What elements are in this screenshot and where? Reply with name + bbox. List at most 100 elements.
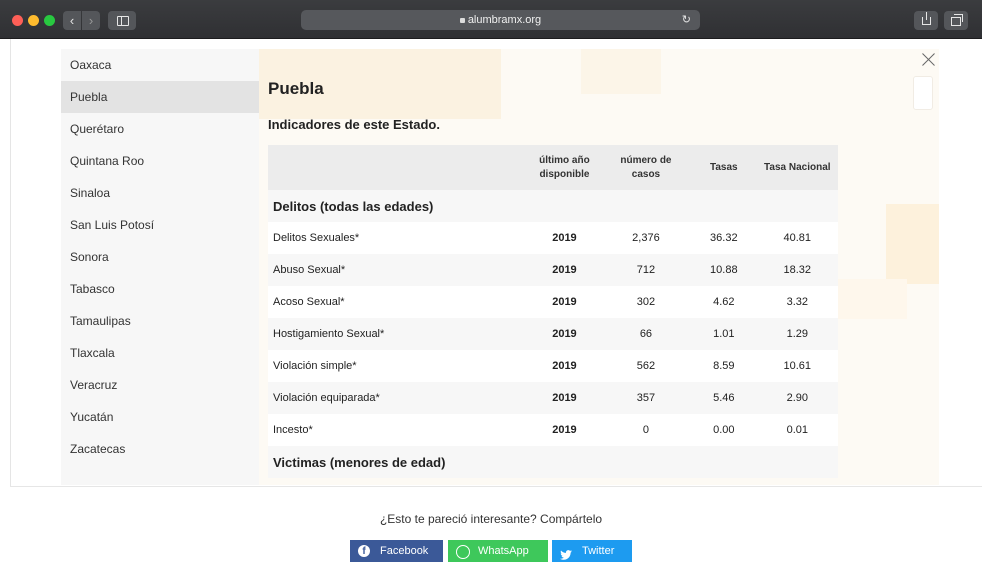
indicator-cases: 562 bbox=[600, 350, 692, 382]
indicator-rate: 4.62 bbox=[691, 286, 757, 318]
indicator-national-rate: 2.90 bbox=[756, 382, 838, 414]
address-bar[interactable]: alumbramx.org ↻ bbox=[301, 10, 700, 30]
table-header-row: último año disponible número de casos Ta… bbox=[268, 145, 838, 190]
browser-toolbar: ‹ › alumbramx.org ↻ bbox=[0, 0, 982, 39]
state-item-queretaro[interactable]: Querétaro bbox=[61, 113, 259, 145]
indicator-cases: 712 bbox=[600, 254, 692, 286]
table-row: Violación equiparada* 2019 357 5.46 2.90 bbox=[268, 382, 838, 414]
browser-window: ‹ › alumbramx.org ↻ Oaxaca Puebla Querét… bbox=[0, 0, 982, 565]
page: Oaxaca Puebla Querétaro Quintana Roo Sin… bbox=[0, 39, 982, 565]
sidebar-toggle-button[interactable] bbox=[108, 11, 136, 30]
back-button[interactable]: ‹ bbox=[63, 11, 81, 30]
section-row: Delitos (todas las edades) bbox=[268, 190, 838, 222]
indicator-rate: 36.32 bbox=[691, 222, 757, 254]
indicator-cases: 0 bbox=[600, 414, 692, 446]
indicator-national-rate: 18.32 bbox=[756, 254, 838, 286]
table-row: Abuso Sexual* 2019 712 10.88 18.32 bbox=[268, 254, 838, 286]
table-row: Violación simple* 2019 562 8.59 10.61 bbox=[268, 350, 838, 382]
twitter-share-label: Twitter bbox=[582, 545, 615, 557]
indicator-national-rate: 10.61 bbox=[756, 350, 838, 382]
indicator-year: 2019 bbox=[528, 382, 601, 414]
close-modal-icon[interactable] bbox=[918, 49, 940, 71]
indicator-name: Abuso Sexual* bbox=[268, 254, 529, 286]
twitter-icon bbox=[560, 546, 572, 560]
indicators-heading: Indicadores de este Estado. bbox=[268, 117, 440, 132]
indicator-name: Hostigamiento Sexual* bbox=[268, 318, 529, 350]
state-item-oaxaca[interactable]: Oaxaca bbox=[61, 49, 259, 81]
indicator-year: 2019 bbox=[528, 222, 601, 254]
whatsapp-icon bbox=[456, 545, 470, 559]
indicator-year: 2019 bbox=[528, 254, 601, 286]
zoom-window-button[interactable] bbox=[44, 15, 55, 26]
state-item-tamaulipas[interactable]: Tamaulipas bbox=[61, 305, 259, 337]
map-region bbox=[837, 279, 907, 319]
state-item-puebla[interactable]: Puebla bbox=[61, 81, 259, 113]
indicator-rate: 0.00 bbox=[691, 414, 757, 446]
reload-icon[interactable]: ↻ bbox=[682, 10, 691, 30]
close-window-button[interactable] bbox=[12, 15, 23, 26]
state-item-san-luis-potosi[interactable]: San Luis Potosí bbox=[61, 209, 259, 241]
state-title: Puebla bbox=[268, 79, 324, 98]
lock-icon bbox=[459, 18, 465, 23]
share-prompt: ¿Esto te pareció interesante? Compártelo bbox=[379, 512, 603, 526]
indicator-rate: 1.01 bbox=[691, 318, 757, 350]
minimize-window-button[interactable] bbox=[28, 15, 39, 26]
whatsapp-share-label: WhatsApp bbox=[478, 545, 529, 557]
column-header-rate: Tasas bbox=[691, 145, 757, 190]
indicator-rate: 10.88 bbox=[691, 254, 757, 286]
state-detail: Puebla Indicadores de este Estado. últim… bbox=[268, 49, 838, 485]
section-row: Victimas (menores de edad) bbox=[268, 446, 838, 478]
whatsapp-share-button[interactable]: WhatsApp bbox=[448, 540, 548, 562]
state-modal: Oaxaca Puebla Querétaro Quintana Roo Sin… bbox=[61, 49, 939, 485]
indicator-rate: 8.59 bbox=[691, 350, 757, 382]
map-zoom-control[interactable] bbox=[913, 76, 933, 110]
table-row: Hostigamiento Sexual* 2019 66 1.01 1.29 bbox=[268, 318, 838, 350]
column-header-national-rate: Tasa Nacional bbox=[756, 145, 838, 190]
indicator-year: 2019 bbox=[528, 286, 601, 318]
facebook-share-button[interactable]: f Facebook bbox=[350, 540, 443, 562]
state-item-quintana-roo[interactable]: Quintana Roo bbox=[61, 145, 259, 177]
sidebar-icon bbox=[117, 16, 129, 26]
indicator-name: Incesto* bbox=[268, 414, 529, 446]
column-header-cases: número de casos bbox=[600, 145, 692, 190]
facebook-share-label: Facebook bbox=[380, 545, 429, 557]
indicator-cases: 66 bbox=[600, 318, 692, 350]
forward-button[interactable]: › bbox=[82, 11, 100, 30]
indicator-cases: 2,376 bbox=[600, 222, 692, 254]
column-header-year: último año disponible bbox=[528, 145, 601, 190]
state-item-tabasco[interactable]: Tabasco bbox=[61, 273, 259, 305]
state-item-yucatan[interactable]: Yucatán bbox=[61, 401, 259, 433]
indicator-name: Violación simple* bbox=[268, 350, 529, 382]
section-label: Delitos (todas las edades) bbox=[268, 190, 838, 222]
state-item-tlaxcala[interactable]: Tlaxcala bbox=[61, 337, 259, 369]
indicator-cases: 357 bbox=[600, 382, 692, 414]
state-item-sonora[interactable]: Sonora bbox=[61, 241, 259, 273]
indicator-national-rate: 40.81 bbox=[756, 222, 838, 254]
column-header-indicator bbox=[268, 145, 529, 190]
twitter-share-button[interactable]: Twitter bbox=[552, 540, 632, 562]
state-item-veracruz[interactable]: Veracruz bbox=[61, 369, 259, 401]
tabs-icon bbox=[951, 14, 963, 26]
indicator-rate: 5.46 bbox=[691, 382, 757, 414]
indicator-name: Violación equiparada* bbox=[268, 382, 529, 414]
indicator-national-rate: 3.32 bbox=[756, 286, 838, 318]
indicator-year: 2019 bbox=[528, 350, 601, 382]
share-button[interactable] bbox=[914, 11, 938, 30]
indicator-cases: 302 bbox=[600, 286, 692, 318]
state-item-zacatecas[interactable]: Zacatecas bbox=[61, 433, 259, 465]
indicator-name: Delitos Sexuales* bbox=[268, 222, 529, 254]
url-text: alumbramx.org bbox=[467, 14, 542, 26]
indicators-table: último año disponible número de casos Ta… bbox=[268, 145, 838, 478]
indicator-national-rate: 0.01 bbox=[756, 414, 838, 446]
indicator-national-rate: 1.29 bbox=[756, 318, 838, 350]
table-row: Acoso Sexual* 2019 302 4.62 3.32 bbox=[268, 286, 838, 318]
share-icon bbox=[921, 12, 931, 25]
indicator-year: 2019 bbox=[528, 318, 601, 350]
map-region bbox=[886, 204, 939, 284]
table-row: Delitos Sexuales* 2019 2,376 36.32 40.81 bbox=[268, 222, 838, 254]
facebook-icon: f bbox=[358, 545, 370, 557]
table-row: Incesto* 2019 0 0.00 0.01 bbox=[268, 414, 838, 446]
indicator-year: 2019 bbox=[528, 414, 601, 446]
tab-overview-button[interactable] bbox=[944, 11, 968, 30]
state-item-sinaloa[interactable]: Sinaloa bbox=[61, 177, 259, 209]
